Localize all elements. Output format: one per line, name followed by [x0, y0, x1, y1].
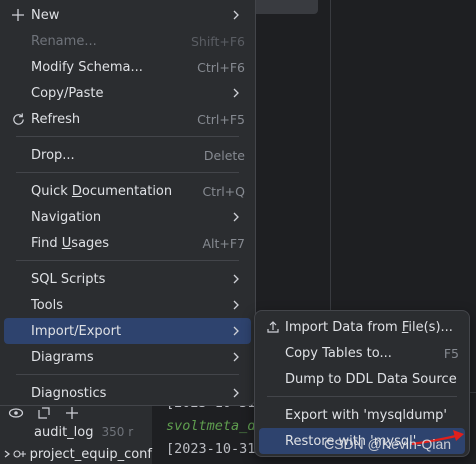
menu-item-label: Drop...: [31, 147, 75, 163]
chevron-right-icon: [233, 88, 239, 98]
menu-item-label: Modify Schema...: [31, 59, 143, 75]
table-icon: [13, 447, 30, 461]
menu-separator: [16, 136, 239, 137]
console-line: svoltmeta_d: [166, 418, 256, 434]
mnemonic-letter: U: [61, 235, 72, 251]
chevron-right-icon: [233, 300, 239, 310]
menu-item-label: Navigation: [31, 209, 102, 225]
submenu-item-copy-tables[interactable]: Copy Tables to... F5: [259, 340, 465, 366]
label-part: sages: [71, 235, 110, 251]
label-part: Quick: [31, 183, 72, 199]
menu-item-quick-documentation[interactable]: Quick Documentation Ctrl+Q: [4, 178, 251, 204]
submenu-item-label: Import Data from File(s)...: [285, 320, 453, 335]
menu-item-refresh[interactable]: Refresh Ctrl+F5: [4, 106, 251, 132]
shortcut-label: Shift+F6: [190, 33, 245, 49]
tree-row-label: project_equip_conf: [29, 446, 152, 462]
menu-separator: [16, 374, 239, 375]
menu-item-sql-scripts[interactable]: SQL Scripts: [4, 266, 251, 292]
refresh-icon: [10, 111, 26, 127]
submenu-item-import-data[interactable]: Import Data from File(s)...: [259, 314, 465, 340]
menu-item-drop[interactable]: Drop... Delete: [4, 142, 251, 168]
label-part: ocumentation: [81, 183, 173, 199]
menu-item-diagnostics[interactable]: Diagnostics: [4, 380, 251, 406]
shortcut-label: Ctrl+F5: [197, 111, 245, 127]
watermark: CSDN @Kevin-Qian: [324, 436, 452, 452]
plus-icon: [10, 7, 26, 23]
menu-item-new[interactable]: New: [4, 2, 251, 28]
console-line: [2023-10-31: [166, 441, 256, 457]
menu-item-import-export[interactable]: Import/Export: [4, 318, 251, 344]
submenu-item-label: Export with 'mysqldump': [285, 407, 447, 423]
tree-row-meta: 350 r: [101, 425, 134, 439]
menu-item-label: New: [31, 7, 60, 23]
menu-item-label: Quick Documentation: [31, 184, 172, 199]
menu-item-tools[interactable]: Tools: [4, 292, 251, 318]
menu-item-label: Tools: [31, 297, 64, 313]
open-in-new-icon[interactable]: [36, 405, 52, 421]
shortcut-label: Alt+F7: [202, 235, 245, 251]
menu-item-label: Diagnostics: [31, 385, 107, 401]
shortcut-label: Ctrl+Q: [202, 183, 245, 199]
chevron-right-icon: [233, 388, 239, 398]
eye-icon[interactable]: [8, 405, 24, 421]
menu-item-copy-paste[interactable]: Copy/Paste: [4, 80, 251, 106]
tree-row[interactable]: project_equip_conf: [0, 444, 152, 464]
editor-tab-strip: [250, 0, 318, 14]
chevron-right-icon: [233, 326, 239, 336]
submenu-item-export-mysqldump[interactable]: Export with 'mysqldump': [259, 402, 465, 428]
chevron-right-icon: [233, 212, 239, 222]
menu-separator: [267, 396, 457, 397]
menu-separator: [16, 172, 239, 173]
context-menu: New Rename... Shift+F6 Modify Schema... …: [0, 0, 256, 406]
menu-item-label: Find Usages: [31, 236, 109, 251]
shortcut-label: Delete: [203, 147, 245, 163]
menu-item-label: Import/Export: [31, 323, 122, 339]
submenu-item-label: Dump to DDL Data Source: [285, 371, 457, 387]
import-icon: [265, 319, 281, 335]
submenu-item-dump-ddl[interactable]: Dump to DDL Data Source: [259, 366, 465, 392]
submenu-item-label: Copy Tables to...: [285, 345, 392, 361]
label-part: Find: [31, 235, 62, 251]
chevron-right-icon: [233, 352, 239, 362]
tree-row-label: audit_log: [34, 424, 94, 440]
menu-item-label: SQL Scripts: [31, 271, 106, 287]
menu-item-navigation[interactable]: Navigation: [4, 204, 251, 230]
menu-item-diagrams[interactable]: Diagrams: [4, 344, 251, 370]
expand-arrow-icon[interactable]: [2, 449, 13, 459]
chevron-right-icon: [233, 274, 239, 284]
menu-item-label: Rename...: [31, 33, 97, 49]
menu-item-label: Diagrams: [31, 349, 94, 365]
shortcut-label: Ctrl+F6: [197, 59, 245, 75]
menu-item-label: Copy/Paste: [31, 85, 104, 101]
menu-separator: [16, 260, 239, 261]
add-icon[interactable]: [64, 405, 80, 421]
mnemonic-letter: D: [71, 183, 82, 199]
label-part: ile(s)...: [408, 319, 453, 335]
label-part: Import Data from: [285, 319, 402, 335]
shortcut-label: F5: [443, 345, 459, 361]
menu-item-find-usages[interactable]: Find Usages Alt+F7: [4, 230, 251, 256]
menu-item-modify-schema[interactable]: Modify Schema... Ctrl+F6: [4, 54, 251, 80]
menu-item-label: Refresh: [31, 111, 81, 127]
menu-item-rename[interactable]: Rename... Shift+F6: [4, 28, 251, 54]
tree-row[interactable]: audit_log 350 r: [0, 422, 152, 442]
chevron-right-icon: [233, 10, 239, 20]
